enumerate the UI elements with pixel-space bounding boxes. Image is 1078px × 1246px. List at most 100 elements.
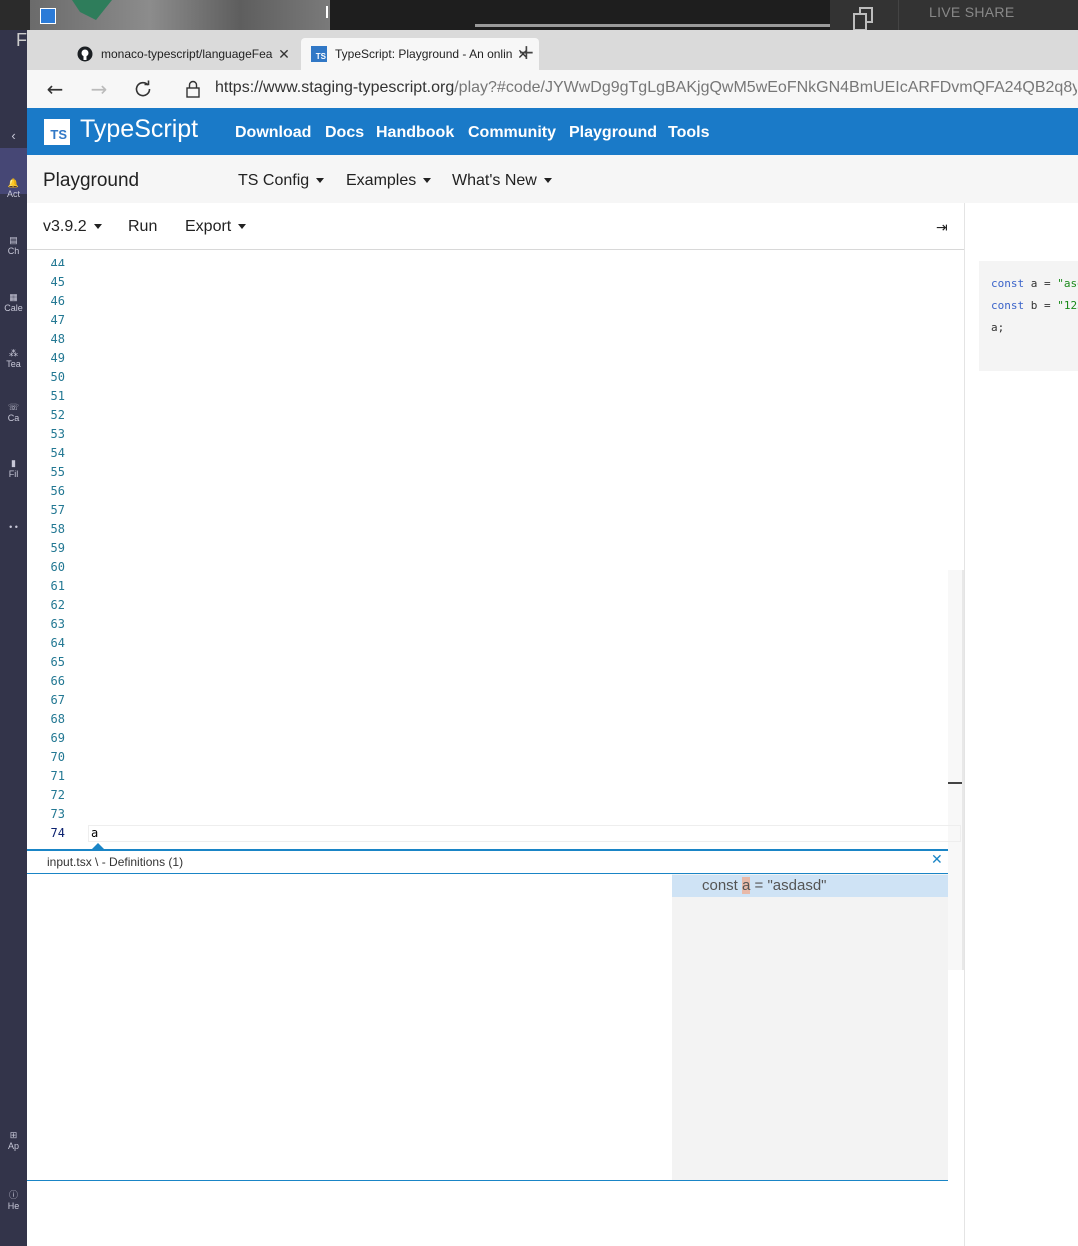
phone-icon: ☏ <box>7 402 20 412</box>
run-button[interactable]: Run <box>128 218 157 236</box>
output-line: const b = "123 <box>991 299 1078 312</box>
ts-config-menu[interactable]: TS Config <box>238 172 325 190</box>
line-number: 63 <box>50 617 65 631</box>
output-line: a; <box>991 321 1005 334</box>
chat-icon: ▤ <box>9 235 18 245</box>
panel-divider <box>898 0 899 30</box>
calendar-icon: ▦ <box>9 292 18 302</box>
line-number: 47 <box>50 313 65 327</box>
browser-tab-playground[interactable]: TS TypeScript: Playground - An onlin ✕ <box>301 38 539 70</box>
line-number: 44 <box>50 257 65 266</box>
teams-sidebar: F ‹ 🔔 Act ▤ Ch ▦ Cale ⁂ Tea ☏ Ca ▮ Fil • • ⊞ Ap… <box>0 30 27 1246</box>
live-share-label[interactable]: LIVE SHARE <box>929 4 1014 20</box>
sidebar-item-calendar[interactable]: ▦ Cale <box>0 292 27 313</box>
close-icon[interactable]: ✕ <box>931 852 943 868</box>
code-editor[interactable] <box>27 257 964 849</box>
url-field[interactable]: https://www.staging-typescript.org/play?… <box>215 71 1077 105</box>
tab-title: TypeScript: Playground - An onlin <box>335 47 513 61</box>
copy-icon[interactable] <box>850 6 880 30</box>
refresh-icon[interactable] <box>133 79 153 99</box>
peek-definitions-count: Definitions (1) <box>109 855 184 869</box>
line-number: 60 <box>50 560 65 574</box>
js-output-panel: const a = "asd const b = "123 a; <box>979 261 1078 371</box>
tab-title: monaco-typescript/languageFea <box>101 47 273 61</box>
line-number: 46 <box>50 294 65 308</box>
line-number: 48 <box>50 332 65 346</box>
file-menu-letter: F <box>16 30 27 50</box>
caret-down-icon <box>93 224 102 230</box>
url-path: /play?#code/JYWwDg9gTgLgBAKjgQwM5wEoFNkG… <box>454 79 1077 96</box>
line-number: 45 <box>50 275 65 289</box>
line-number: 57 <box>50 503 65 517</box>
line-number: 71 <box>50 769 65 783</box>
line-number-current: 74 <box>50 826 65 840</box>
teams-icon: ⁂ <box>9 348 18 358</box>
line-number: 55 <box>50 465 65 479</box>
sidebar-item-teams[interactable]: ⁂ Tea <box>0 348 27 369</box>
line-number: 69 <box>50 731 65 745</box>
nav-playground[interactable]: Playground <box>569 124 657 142</box>
line-number: 51 <box>50 389 65 403</box>
line-number: 50 <box>50 370 65 384</box>
playground-header <box>27 155 1078 203</box>
playground-title: Playground <box>43 170 140 191</box>
line-number: 61 <box>50 579 65 593</box>
code-line-text[interactable]: a <box>91 826 98 840</box>
nav-community[interactable]: Community <box>468 124 556 142</box>
examples-menu[interactable]: Examples <box>346 172 432 190</box>
browser-tabstrip: monaco-typescript/languageFea ✕ TS TypeS… <box>27 30 1078 70</box>
forward-arrow-icon[interactable]: → <box>88 78 110 100</box>
collapse-sidebar-icon[interactable]: ⇥ <box>936 220 948 236</box>
desktop-background <box>0 0 1078 30</box>
back-arrow-icon[interactable]: ← <box>44 78 66 100</box>
line-number: 68 <box>50 712 65 726</box>
apps-icon: ⊞ <box>9 1130 18 1140</box>
text-cursor <box>326 6 328 18</box>
output-line: const a = "asd <box>991 277 1078 290</box>
nav-tools[interactable]: Tools <box>668 124 709 142</box>
file-icon: ▮ <box>11 458 16 468</box>
version-select[interactable]: v3.9.2 <box>43 218 102 236</box>
ts-logo-badge[interactable]: TS <box>44 119 70 145</box>
nav-download[interactable]: Download <box>235 124 311 142</box>
help-icon: ⓘ <box>8 1190 18 1200</box>
line-number: 49 <box>50 351 65 365</box>
sidebar-item-more[interactable]: • • <box>0 522 27 532</box>
peek-reference-item[interactable]: const a = "asdasd" <box>702 877 827 894</box>
sidebar-item-files[interactable]: ▮ Fil <box>0 458 27 479</box>
url-host: https://www.staging-typescript.org <box>215 79 455 96</box>
peek-reference-list <box>672 874 948 1180</box>
lock-icon[interactable] <box>185 79 201 99</box>
caret-down-icon <box>316 178 325 184</box>
line-number: 52 <box>50 408 65 422</box>
line-number: 66 <box>50 674 65 688</box>
sidebar-item-chat[interactable]: ▤ Ch <box>0 235 27 256</box>
caret-down-icon <box>543 178 552 184</box>
sidebar-item-calls[interactable]: ☏ Ca <box>0 402 27 423</box>
peek-file-name[interactable]: input.tsx <box>47 855 92 869</box>
chevron-left-icon[interactable]: ‹ <box>0 128 27 143</box>
ts-logo-text[interactable]: TypeScript <box>80 115 198 144</box>
line-number: 54 <box>50 446 65 460</box>
whats-new-menu[interactable]: What's New <box>452 172 552 190</box>
nav-handbook[interactable]: Handbook <box>376 124 454 142</box>
current-line-highlight <box>88 825 961 842</box>
vscode-scrollbar <box>475 24 830 27</box>
scrollbar-cursor-marker <box>948 782 962 784</box>
new-tab-button[interactable]: + <box>518 40 535 64</box>
browser-tab-github[interactable]: monaco-typescript/languageFea ✕ <box>67 38 300 70</box>
editor-divider <box>962 570 964 970</box>
line-number: 72 <box>50 788 65 802</box>
export-menu[interactable]: Export <box>185 218 247 236</box>
sidebar-item-help[interactable]: ⓘ He <box>0 1188 27 1211</box>
nav-docs[interactable]: Docs <box>325 124 364 142</box>
more-icon: • • <box>9 522 18 532</box>
line-number: 73 <box>50 807 65 821</box>
editor-lower-area[interactable] <box>27 1181 948 1246</box>
line-number: 58 <box>50 522 65 536</box>
tab-close-icon[interactable]: ✕ <box>276 46 292 63</box>
sidebar-item-activity[interactable]: 🔔 Act <box>0 178 27 199</box>
bell-icon: 🔔 <box>7 178 20 188</box>
playground-toolbar <box>27 203 964 250</box>
sidebar-item-apps[interactable]: ⊞ Ap <box>0 1130 27 1151</box>
